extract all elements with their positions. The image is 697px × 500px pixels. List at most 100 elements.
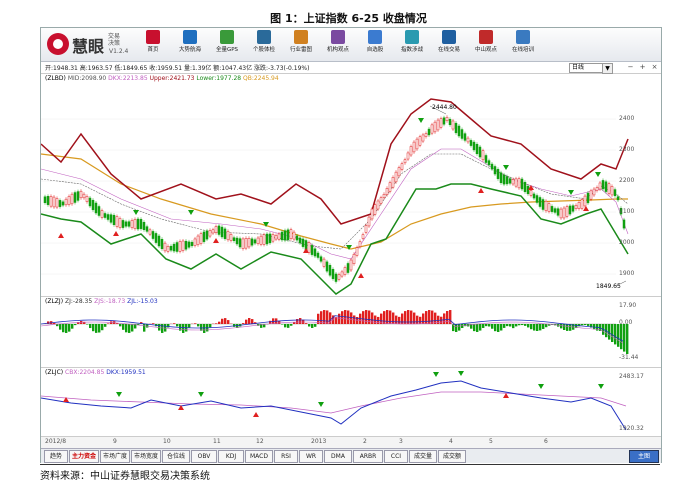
zlzj-panel: (ZLZJ) ZJ:-28.35 ZJS:-18.73 ZJL:-15.03 1… (41, 297, 661, 368)
candle (553, 208, 557, 213)
flow-bar (53, 322, 56, 324)
indicator-tab[interactable]: 市场广度 (100, 450, 130, 463)
candle (460, 129, 464, 139)
buy-signal-icon (58, 233, 64, 238)
indicator-tab[interactable]: MACD (245, 450, 273, 463)
flow-bar (92, 324, 95, 332)
indicator-tab[interactable]: CCI (384, 450, 408, 463)
indicator-tab[interactable]: WR (299, 450, 323, 463)
dkx-line (41, 380, 627, 431)
date-tick: 2012/8 (45, 438, 67, 445)
candle (466, 137, 470, 143)
position-chart[interactable] (41, 368, 661, 435)
add-icon[interactable]: + (638, 63, 647, 72)
candle (583, 195, 587, 207)
candle (517, 178, 521, 189)
candle (133, 219, 137, 229)
flow-bar (74, 324, 77, 326)
candle (379, 197, 383, 204)
flow-bar (221, 318, 224, 324)
candle (265, 233, 269, 245)
toolbar-button[interactable]: 行业雷图 (287, 30, 315, 60)
candle (103, 213, 107, 218)
toolbar-button[interactable]: 在线交易 (435, 30, 463, 60)
toolbar-button[interactable]: 机构观点 (324, 30, 352, 60)
toolbar-button[interactable]: 全量GPS (213, 30, 241, 60)
quote-bar: 开:1948.31 高:1963.57 低:1849.65 收:1959.51 … (41, 62, 661, 74)
flow-bar (227, 320, 230, 324)
indicator-tab[interactable]: 市场宽度 (131, 450, 161, 463)
toolbar-button[interactable]: 自选股 (361, 30, 389, 60)
indicator-tab[interactable]: ARBR (353, 450, 383, 463)
main-chart-button[interactable]: 主图 (629, 450, 659, 463)
flow-bar (101, 324, 104, 331)
candle (190, 241, 194, 247)
flow-bar (545, 324, 548, 328)
flow-bar (518, 324, 521, 326)
candle (514, 178, 518, 187)
indicator-tab[interactable]: 成交量 (409, 450, 437, 463)
flow-bar (623, 324, 626, 352)
flow-bar (86, 324, 89, 325)
candlestick-chart[interactable] (41, 74, 661, 296)
indicator-tab[interactable]: OBV (191, 450, 217, 463)
flow-bar (500, 324, 503, 331)
candle (331, 269, 335, 279)
candle (328, 265, 332, 276)
flow-bar (182, 324, 185, 333)
indicator-tab[interactable]: 主力资金 (69, 450, 99, 463)
indicator-tab[interactable]: DMA (324, 450, 352, 463)
candle (106, 214, 110, 220)
flow-bar (95, 324, 98, 333)
toolbar-icon (405, 30, 419, 44)
fund-flow-chart[interactable] (41, 297, 661, 367)
y-tick: 2483.17 (619, 373, 644, 380)
candle (403, 159, 407, 164)
logo-sub: 交易决策 (108, 33, 121, 47)
flow-bar (122, 324, 125, 330)
toolbar-button[interactable]: 大势航海 (176, 30, 204, 60)
candle (325, 261, 329, 272)
toolbar-label: 行业雷图 (289, 47, 312, 53)
indicator-tab[interactable]: KDJ (218, 450, 244, 463)
candle (274, 235, 278, 240)
candle (478, 146, 482, 158)
candle (94, 202, 98, 214)
sell-signal-icon (595, 172, 601, 177)
candle (85, 196, 89, 202)
y-tick: 2100 (619, 208, 635, 215)
toolbar-button[interactable]: 个股体检 (250, 30, 278, 60)
chevron-down-icon[interactable]: ▼ (602, 63, 613, 74)
close-icon[interactable]: × (650, 63, 659, 72)
flow-bar (524, 324, 527, 326)
candle (475, 143, 479, 155)
date-tick: 11 (213, 438, 221, 445)
indicator-tab[interactable]: 仓位线 (162, 450, 190, 463)
flow-bar (494, 324, 497, 332)
flow-bar (59, 324, 62, 330)
indicator-tab[interactable]: 趋势 (44, 450, 68, 463)
candle (151, 231, 155, 239)
flow-bar (176, 324, 179, 327)
candle (523, 182, 527, 192)
toolbar-button[interactable]: 在线培训 (509, 30, 537, 60)
y-tick: 2200 (619, 177, 635, 184)
flow-bar (491, 324, 494, 329)
indicator-tab[interactable]: 成交额 (438, 450, 466, 463)
toolbar-button[interactable]: 中山观点 (472, 30, 500, 60)
flow-bar (374, 315, 377, 324)
toolbar-icon (331, 30, 345, 44)
flow-bar (305, 323, 308, 324)
candle (445, 116, 449, 122)
candle (316, 252, 320, 258)
candle (262, 234, 266, 245)
period-select[interactable]: 日线 (569, 63, 603, 73)
flow-bar (215, 323, 218, 324)
candle (421, 134, 425, 142)
flow-bar (161, 324, 164, 333)
flow-bar (299, 318, 302, 324)
indicator-tab[interactable]: RSI (274, 450, 298, 463)
toolbar-button[interactable]: 指数涉战 (398, 30, 426, 60)
toolbar-button[interactable]: 首页 (139, 30, 167, 60)
minimize-icon[interactable]: − (626, 63, 635, 72)
